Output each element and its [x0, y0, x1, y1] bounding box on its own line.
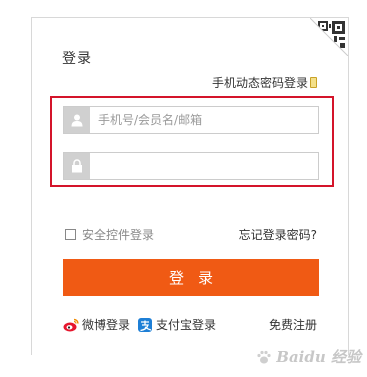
- phone-icon: [310, 77, 317, 88]
- secure-control-login[interactable]: 安全控件登录: [65, 226, 154, 243]
- secure-control-checkbox[interactable]: [65, 229, 76, 240]
- phone-login-link[interactable]: 手机动态密码登录: [212, 74, 317, 91]
- qr-code-icon[interactable]: [310, 18, 348, 56]
- alipay-login-link[interactable]: 支付宝登录: [137, 316, 216, 333]
- password-input[interactable]: [90, 153, 318, 179]
- forgot-password-link[interactable]: 忘记登录密码?: [239, 226, 317, 243]
- login-title: 登录: [62, 51, 92, 67]
- baidu-watermark: Baidu 经验: [256, 346, 361, 367]
- lock-icon: [64, 153, 90, 179]
- alipay-login-label: 支付宝登录: [156, 318, 217, 332]
- weibo-icon: [63, 318, 79, 331]
- login-panel: 登录 手机动态密码登录 安全控件登录 忘记登录密码? 登录: [31, 17, 349, 355]
- username-field[interactable]: [63, 106, 319, 134]
- weibo-login-label: 微博登录: [82, 318, 131, 332]
- weibo-login-link[interactable]: 微博登录: [63, 316, 130, 333]
- watermark-text: Baidu 经验: [276, 348, 361, 366]
- paw-icon: [257, 350, 271, 363]
- secure-control-label: 安全控件登录: [82, 228, 155, 242]
- alipay-icon: [138, 317, 152, 332]
- user-icon: [64, 107, 90, 133]
- phone-login-label: 手机动态密码登录: [211, 76, 308, 90]
- register-link[interactable]: 免费注册: [269, 316, 317, 333]
- password-field[interactable]: [63, 152, 319, 180]
- username-input[interactable]: [90, 107, 318, 133]
- login-button[interactable]: 登录: [63, 259, 319, 296]
